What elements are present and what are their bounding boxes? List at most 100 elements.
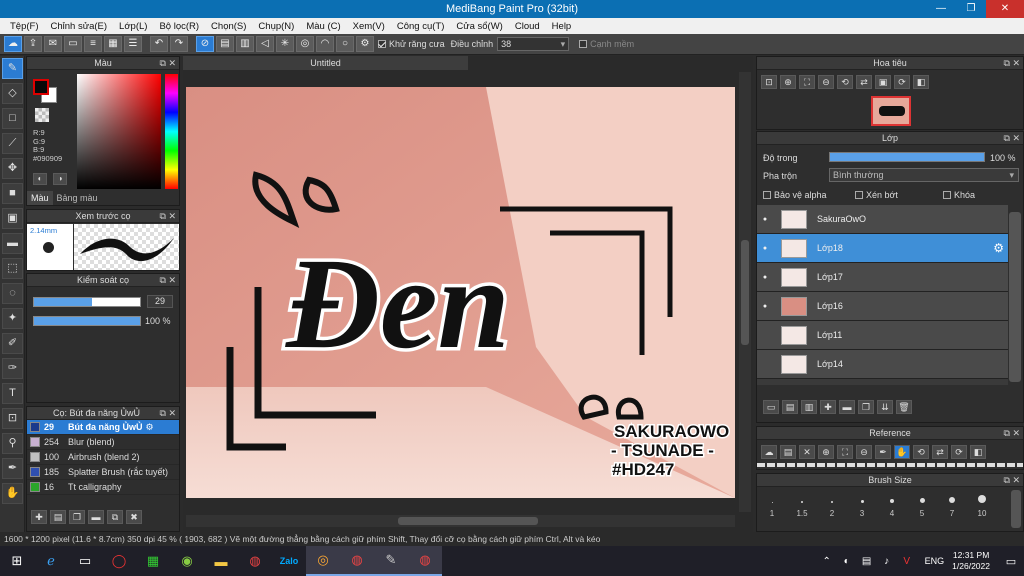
reference-folder-icon[interactable]: ▤ [780, 445, 796, 459]
reference-mirror-icon[interactable]: ◧ [970, 445, 986, 459]
text-tool-icon[interactable]: T [2, 383, 23, 404]
reference-rotate-right-icon[interactable]: ⟳ [951, 445, 967, 459]
reference-zoom-out-icon[interactable]: ⊖ [856, 445, 872, 459]
magic-wand-icon[interactable]: ✦ [2, 308, 23, 329]
new-layer-8bit-icon[interactable]: ▤ [782, 400, 798, 414]
tray-volume-icon[interactable]: ♪ [877, 546, 897, 576]
divide-tool-icon[interactable]: ⊡ [2, 408, 23, 429]
medibang-icon[interactable]: ◎ [306, 546, 340, 576]
chrome-window-icon[interactable]: ◍ [408, 546, 442, 576]
panel-close-icon[interactable]: ⧉ ✕ [160, 274, 176, 287]
menu-snap[interactable]: Chụp(N) [252, 21, 300, 32]
menu-window[interactable]: Cửa sổ(W) [450, 21, 508, 32]
menu-tools[interactable]: Công cụ(T) [391, 21, 451, 32]
protect-alpha-option[interactable]: Bảo vệ alpha [763, 190, 855, 200]
protect-alpha-checkbox[interactable] [763, 191, 771, 199]
zoom-fit-icon[interactable]: ⊡ [761, 75, 777, 89]
share-icon[interactable]: ⇪ [24, 36, 42, 52]
brush-size-option[interactable]: 1.5 [787, 494, 817, 518]
copy-brush-icon[interactable]: ❐ [69, 510, 85, 524]
tray-v-icon[interactable]: V [897, 546, 917, 576]
select-eraser-icon[interactable]: ✑ [2, 358, 23, 379]
artwork-canvas[interactable]: Đen SAKURAOWO - TSUNADE - #HD247 [186, 87, 735, 498]
notifications-icon[interactable]: ▭ [998, 546, 1024, 576]
layer-row[interactable]: ● SakuraOwO [757, 205, 1008, 234]
rotate-left-icon[interactable]: ⟲ [837, 75, 853, 89]
brush-size-option[interactable]: 5 [907, 494, 937, 518]
reference-hand-icon[interactable]: ✋ [894, 445, 910, 459]
merge-layer-icon[interactable]: ⇊ [877, 400, 893, 414]
rotate-reset-icon[interactable]: ⟳ [894, 75, 910, 89]
windows-start-icon[interactable]: ⊞ [0, 546, 34, 576]
antialias-option[interactable]: Khử răng cưa [378, 39, 445, 49]
perspective-snap-icon[interactable]: ◁ [256, 36, 274, 52]
gradient-tool-icon[interactable]: ▬ [2, 233, 23, 254]
store-icon[interactable]: ▦ [136, 546, 170, 576]
paint-icon[interactable]: ✎ [374, 546, 408, 576]
fit-window-icon[interactable]: ⛶ [799, 75, 815, 89]
new-layer-1bit-icon[interactable]: ▥ [801, 400, 817, 414]
smooth-checkbox[interactable] [579, 40, 588, 48]
brush-opacity-slider[interactable] [33, 316, 141, 326]
maximize-button[interactable]: ❐ [956, 0, 986, 18]
blend-mode-select[interactable]: Bình thường ▾ [829, 168, 1019, 182]
menu-help[interactable]: Help [546, 21, 578, 32]
horizontal-scroll-thumb[interactable] [398, 517, 538, 525]
snap-off-icon[interactable]: ⊘ [196, 36, 214, 52]
reference-rotate-left-icon[interactable]: ⟲ [913, 445, 929, 459]
smooth-option[interactable]: Cạnh mềm [579, 39, 634, 49]
delete-layer-icon[interactable]: 🗑 [896, 400, 912, 414]
dot-tool-icon[interactable]: □ [2, 108, 23, 129]
undo-icon[interactable]: ↶ [150, 36, 168, 52]
document-icon[interactable]: ≡ [84, 36, 102, 52]
line-tool-icon[interactable]: ⟋ [2, 133, 23, 154]
zoom-out-icon[interactable]: ⊖ [818, 75, 834, 89]
app-icon[interactable]: ◉ [170, 546, 204, 576]
layer-settings-icon[interactable]: ⚙ [993, 241, 1004, 255]
panel-close-icon[interactable]: ⧉ ✕ [160, 57, 176, 70]
eyedropper-icon[interactable]: ⚲ [2, 433, 23, 454]
panel-close-icon[interactable]: ⧉ ✕ [160, 407, 176, 420]
chrome-icon[interactable]: ◍ [238, 546, 272, 576]
navigator-thumbnail[interactable] [871, 96, 911, 126]
file-explorer-pinned-icon[interactable]: ▭ [68, 546, 102, 576]
brush-item[interactable]: 254 Blur (blend) [27, 435, 179, 450]
panel-close-icon[interactable]: ⧉ ✕ [1004, 57, 1020, 70]
layer-opacity-slider[interactable] [829, 152, 985, 162]
comment-icon[interactable]: ✉ [44, 36, 62, 52]
eraser-tool-icon[interactable]: ◇ [2, 83, 23, 104]
brush-size-scrollbar[interactable] [1011, 490, 1021, 528]
panel-close-icon[interactable]: ⧉ ✕ [1004, 132, 1020, 145]
brush-size-option[interactable]: 3 [847, 494, 877, 518]
hand-tool-icon[interactable]: ✋ [2, 483, 23, 504]
zoom-in-icon[interactable]: ⊕ [780, 75, 796, 89]
zalo-icon[interactable]: Zalo [272, 546, 306, 576]
lock-option[interactable]: Khóa [943, 190, 975, 200]
visibility-dot-icon[interactable]: ● [757, 216, 773, 223]
foreground-color-swatch[interactable] [33, 79, 49, 95]
folder-icon[interactable]: ▬ [204, 546, 238, 576]
flip-icon[interactable]: ⇄ [856, 75, 872, 89]
minimize-button[interactable]: — [926, 0, 956, 18]
layer-row[interactable]: ● Lớp17 [757, 263, 1008, 292]
fill-tool-icon[interactable]: ▣ [2, 208, 23, 229]
tray-app-icon[interactable]: ◐ [837, 546, 857, 576]
clipping-checkbox[interactable] [855, 191, 863, 199]
tray-up-icon[interactable]: ⌃ [817, 546, 837, 576]
reference-flip-icon[interactable]: ⇄ [932, 445, 948, 459]
reference-open-icon[interactable]: ☁ [761, 445, 777, 459]
brush-size-option[interactable]: 10 [967, 494, 997, 518]
menu-filter[interactable]: Bộ lọc(R) [153, 21, 205, 32]
brush-item[interactable]: 100 Airbrush (blend 2) [27, 450, 179, 465]
layer-row[interactable]: Lớp14 [757, 350, 1008, 379]
layer-list-scrollbar[interactable] [1009, 212, 1021, 382]
tab-palette[interactable]: Bảng màu [53, 191, 102, 205]
cloud-icon[interactable]: ☁ [4, 36, 22, 52]
menu-cloud[interactable]: Cloud [509, 21, 546, 32]
duplicate-icon[interactable]: ⧉ [107, 510, 123, 524]
brush-size-option[interactable]: 1 [757, 494, 787, 518]
hue-slider[interactable] [165, 74, 178, 189]
brush-item[interactable]: 16 Tt calligraphy [27, 480, 179, 495]
palette-add-icon[interactable]: ◐ [33, 173, 47, 185]
visibility-dot-icon[interactable]: ● [757, 303, 773, 310]
